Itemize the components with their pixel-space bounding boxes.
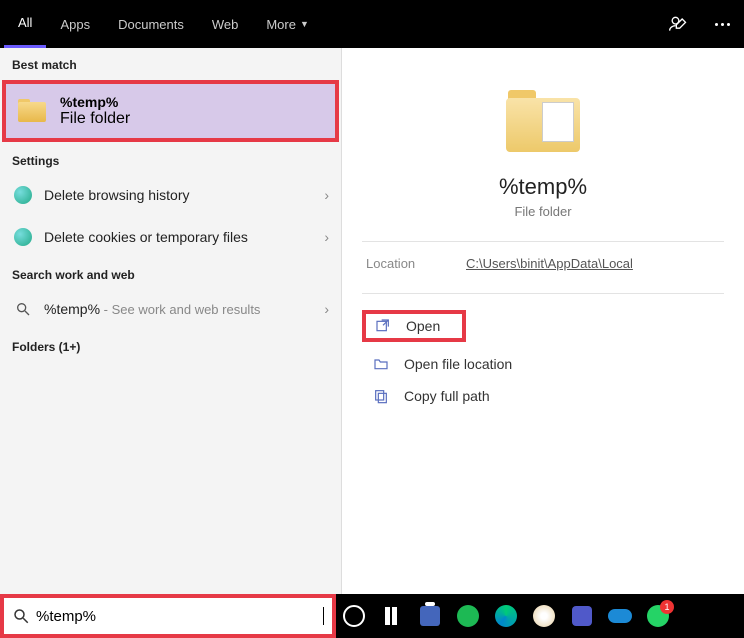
action-open[interactable]: Open: [362, 310, 466, 342]
cortana-icon[interactable]: [342, 604, 366, 628]
divider: [362, 241, 724, 242]
store-icon[interactable]: [418, 604, 442, 628]
copy-icon: [372, 388, 390, 404]
folders-header: Folders (1+): [0, 330, 341, 360]
folder-icon: [18, 97, 50, 125]
location-link[interactable]: C:\Users\binit\AppData\Local: [466, 256, 633, 271]
search-icon: [12, 607, 30, 625]
tab-apps[interactable]: Apps: [46, 0, 104, 48]
action-copy-full-path[interactable]: Copy full path: [362, 380, 724, 412]
divider: [362, 293, 724, 294]
onedrive-icon[interactable]: [608, 604, 632, 628]
best-match-result[interactable]: %temp% File folder: [2, 80, 339, 142]
search-input[interactable]: [36, 608, 323, 625]
taskbar: 1: [336, 594, 744, 638]
chevron-right-icon: ›: [324, 187, 329, 203]
bottom-bar: 1: [0, 594, 744, 638]
best-match-title: %temp%: [60, 94, 130, 110]
preview-title: %temp%: [362, 174, 724, 200]
settings-item-delete-cookies[interactable]: Delete cookies or temporary files ›: [0, 216, 341, 258]
globe-icon: [12, 226, 34, 248]
feedback-icon[interactable]: [666, 12, 690, 36]
work-web-header: Search work and web: [0, 258, 341, 288]
notification-badge: 1: [660, 600, 674, 614]
search-filter-tabs: All Apps Documents Web More▼: [0, 0, 744, 48]
best-match-subtitle: File folder: [60, 110, 130, 128]
tab-web[interactable]: Web: [198, 0, 253, 48]
preview-subtitle: File folder: [362, 204, 724, 219]
folder-large-icon: [502, 88, 584, 156]
teams-icon[interactable]: [570, 604, 594, 628]
results-panel: Best match %temp% File folder Settings D…: [0, 48, 342, 594]
paint-icon[interactable]: [532, 604, 556, 628]
text-caret: [323, 607, 324, 625]
chevron-right-icon: ›: [324, 301, 329, 317]
open-icon: [374, 318, 392, 334]
preview-panel: %temp% File folder Location C:\Users\bin…: [342, 48, 744, 594]
folder-open-icon: [372, 356, 390, 372]
tab-more[interactable]: More▼: [252, 0, 323, 48]
chevron-down-icon: ▼: [300, 19, 309, 29]
task-view-icon[interactable]: [380, 604, 404, 628]
action-open-file-location[interactable]: Open file location: [362, 348, 724, 380]
search-web-result[interactable]: %temp% - See work and web results ›: [0, 288, 341, 330]
whatsapp-icon[interactable]: 1: [646, 604, 670, 628]
edge-icon[interactable]: [494, 604, 518, 628]
search-icon: [12, 298, 34, 320]
settings-header: Settings: [0, 144, 341, 174]
chevron-right-icon: ›: [324, 229, 329, 245]
search-box[interactable]: [0, 594, 336, 638]
more-options-icon[interactable]: [710, 12, 734, 36]
location-label: Location: [366, 256, 466, 271]
best-match-header: Best match: [0, 48, 341, 78]
tab-all[interactable]: All: [4, 0, 46, 48]
tab-documents[interactable]: Documents: [104, 0, 198, 48]
globe-icon: [12, 184, 34, 206]
settings-item-delete-history[interactable]: Delete browsing history ›: [0, 174, 341, 216]
spotify-icon[interactable]: [456, 604, 480, 628]
